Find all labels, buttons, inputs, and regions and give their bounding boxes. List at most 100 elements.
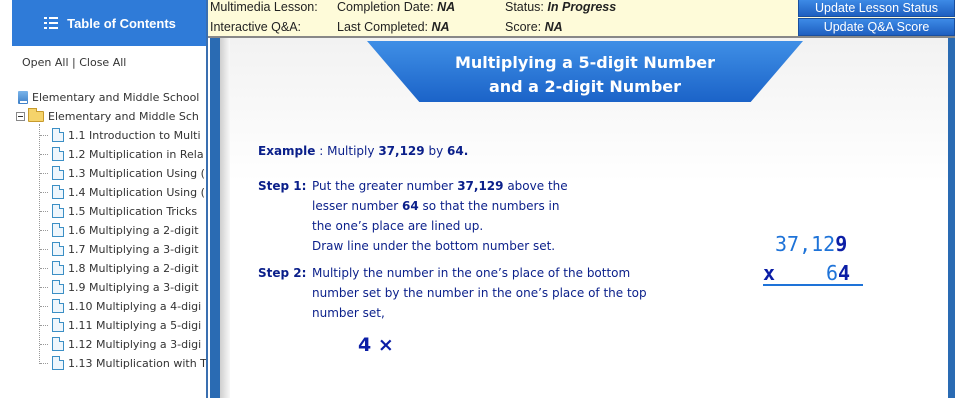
page-icon xyxy=(52,223,64,237)
last-completed-label: Last Completed: xyxy=(337,20,429,34)
book-icon xyxy=(18,90,28,104)
toc-header: Table of Contents xyxy=(12,0,206,46)
last-completed: Last Completed: NA xyxy=(337,20,450,34)
example-colon: : xyxy=(319,144,324,158)
lesson-title-banner: Multiplying a 5-digit Number and a 2-dig… xyxy=(367,41,803,102)
tree-item[interactable]: 1.1 Introduction to Multi xyxy=(52,126,201,144)
close-all-link[interactable]: Close All xyxy=(79,56,126,69)
tree-item[interactable]: 1.7 Multiplying a 3-digit xyxy=(52,240,199,258)
tree-item-label: 1.4 Multiplication Using ( xyxy=(68,185,205,199)
tree-root[interactable]: Elementary and Middle School xyxy=(18,88,199,106)
table-of-contents-sidebar: Table of Contents Open All | Close All E… xyxy=(0,0,208,398)
step1-line2: lesser number 64 so that the numbers in xyxy=(312,199,560,213)
status-value: In Progress xyxy=(547,0,617,14)
open-all-link[interactable]: Open All xyxy=(22,56,69,69)
page-icon xyxy=(52,147,64,161)
lesson-status: Status: In Progress xyxy=(505,0,616,14)
list-icon xyxy=(44,17,59,29)
page-icon xyxy=(52,128,64,142)
page-icon xyxy=(52,356,64,370)
tree-item-label: 1.1 Introduction to Multi xyxy=(68,128,201,142)
tree-item-label: 1.8 Multiplying a 2-digit xyxy=(68,261,199,275)
tree-item-label: 1.12 Multiplying a 3-digi xyxy=(68,337,202,351)
tree-item-label: 1.11 Multiplying a 5-digi xyxy=(68,318,202,332)
tree-item[interactable]: 1.2 Multiplication in Rela xyxy=(52,145,204,163)
tree-item[interactable]: 1.4 Multiplication Using ( xyxy=(52,183,205,201)
tree-folder-label: Elementary and Middle Sch xyxy=(48,109,199,123)
step1-text-b: above the xyxy=(507,179,568,193)
step2-line1: Multiply the number in the one’s place o… xyxy=(312,266,631,280)
separator: | xyxy=(72,56,76,69)
step2-label: Step 2: xyxy=(258,266,307,280)
page-icon xyxy=(52,242,64,256)
calc-times-sign: x xyxy=(763,261,776,285)
tree-item[interactable]: 1.5 Multiplication Tricks xyxy=(52,202,197,220)
completion-date: Completion Date: NA xyxy=(337,0,455,14)
step2-line2: number set by the number in the one’s pl… xyxy=(312,286,647,300)
update-lesson-status-button[interactable]: Update Lesson Status xyxy=(798,0,955,17)
last-completed-value: NA xyxy=(431,20,450,34)
step1-line1: Put the greater number 37,129 above the xyxy=(312,179,568,193)
update-qa-score-button[interactable]: Update Q&A Score xyxy=(798,18,955,36)
qa-score: Score: NA xyxy=(505,20,563,34)
step1-line2-text-a: lesser number xyxy=(312,199,399,213)
page-icon xyxy=(52,204,64,218)
tree-item-label: 1.7 Multiplying a 3-digit xyxy=(68,242,199,256)
example-num1: 37,129 xyxy=(378,144,425,158)
tree-item-label: 1.10 Multiplying a 4-digi xyxy=(68,299,202,313)
collapse-icon[interactable] xyxy=(16,111,25,121)
tree-item-label: 1.13 Multiplication with T xyxy=(68,356,207,370)
example-num2: 64. xyxy=(447,144,469,158)
lesson-content: Multiplying a 5-digit Number and a 2-dig… xyxy=(220,38,948,398)
step2-expression: 4 × xyxy=(358,334,394,356)
tree-item[interactable]: 1.9 Multiplying a 3-digit xyxy=(52,278,199,296)
calc-bottom-tens-digit: 6 xyxy=(826,261,839,285)
tree-folder[interactable]: Elementary and Middle Sch xyxy=(16,107,199,125)
open-close-links: Open All | Close All xyxy=(22,56,126,69)
lesson-title-line2: and a 2-digit Number xyxy=(488,77,682,96)
lesson-panel: Multiplying a 5-digit Number and a 2-dig… xyxy=(210,38,955,398)
step1-label: Step 1: xyxy=(258,179,307,193)
tree-item[interactable]: 1.13 Multiplication with T xyxy=(52,354,207,372)
page-icon xyxy=(52,261,64,275)
tree-item[interactable]: 1.8 Multiplying a 2-digit xyxy=(52,259,199,277)
page-icon xyxy=(52,337,64,351)
step1-line4: Draw line under the bottom number set. xyxy=(312,239,556,253)
tree-root-label: Elementary and Middle School xyxy=(32,90,200,104)
calc-bottom-number: 64 xyxy=(826,261,850,285)
status-label: Status: xyxy=(505,0,544,14)
calc-top-number: 37,129 xyxy=(775,232,847,256)
step1-line3: the one’s place are lined up. xyxy=(312,219,484,233)
page-icon xyxy=(52,185,64,199)
example-text-a: Multiply xyxy=(327,144,375,158)
step1-line2-number: 64 xyxy=(402,199,419,213)
example-text-b: by xyxy=(428,144,444,158)
tree-connector xyxy=(39,124,40,364)
interactive-qa-label: Interactive Q&A: xyxy=(210,20,302,34)
example-label: Example xyxy=(258,144,316,158)
folder-icon xyxy=(28,107,44,122)
lesson-title-line1: Multiplying a 5-digit Number xyxy=(454,53,716,72)
calc-underline xyxy=(763,284,863,286)
tree-item[interactable]: 1.3 Multiplication Using ( xyxy=(52,164,205,182)
calc-bottom-ones-digit: 4 xyxy=(838,261,851,285)
example-line: Example : Multiply 37,129 by 64. xyxy=(258,144,468,158)
tree-item-label: 1.3 Multiplication Using ( xyxy=(68,166,205,180)
step1-text-a: Put the greater number xyxy=(312,179,454,193)
tree-item-label: 1.5 Multiplication Tricks xyxy=(68,204,198,218)
multimedia-lesson-label: Multimedia Lesson: xyxy=(210,0,318,14)
page-icon xyxy=(52,280,64,294)
page-icon xyxy=(52,299,64,313)
completion-date-value: NA xyxy=(437,0,456,14)
tree-item[interactable]: 1.10 Multiplying a 4-digi xyxy=(52,297,201,315)
tree-item[interactable]: 1.6 Multiplying a 2-digit xyxy=(52,221,199,239)
tree-item[interactable]: 1.11 Multiplying a 5-digi xyxy=(52,316,201,334)
completion-date-label: Completion Date: xyxy=(337,0,434,14)
score-value: NA xyxy=(544,20,563,34)
calc-top-digits: 37,12 xyxy=(775,232,836,256)
page-icon xyxy=(52,318,64,332)
tree-item-label: 1.9 Multiplying a 3-digit xyxy=(68,280,199,294)
step1-number: 37,129 xyxy=(457,179,504,193)
tree-item[interactable]: 1.12 Multiplying a 3-digi xyxy=(52,335,201,353)
score-label: Score: xyxy=(505,20,542,34)
